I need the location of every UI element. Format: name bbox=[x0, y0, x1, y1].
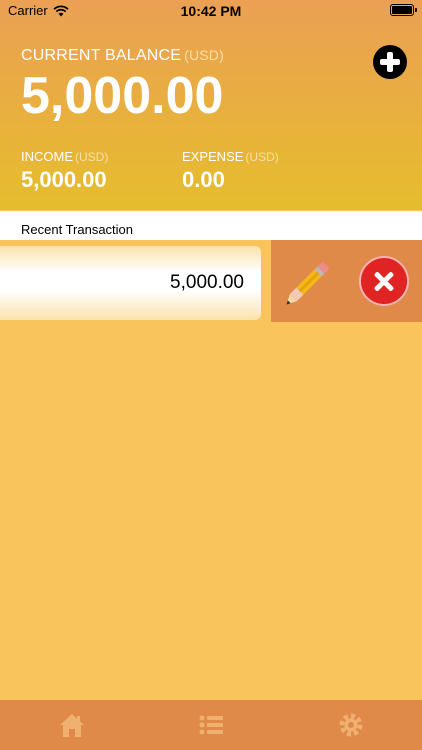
expense-label: EXPENSE (USD) bbox=[182, 149, 279, 164]
tab-bar bbox=[0, 700, 422, 750]
income-value: 5,000.00 bbox=[21, 167, 107, 192]
pencil-icon[interactable] bbox=[283, 256, 335, 308]
transaction-row[interactable]: 5,000.00 bbox=[0, 246, 261, 320]
recent-transaction-header: Recent Transaction bbox=[0, 211, 422, 240]
status-time: 10:42 PM bbox=[180, 3, 242, 19]
current-balance-title: CURRENT BALANCE bbox=[21, 47, 182, 64]
income-label: INCOME (USD) bbox=[21, 149, 108, 164]
list-icon[interactable] bbox=[196, 710, 226, 740]
expense-currency: (USD) bbox=[245, 150, 279, 164]
home-icon[interactable] bbox=[57, 710, 87, 740]
income-title: INCOME bbox=[21, 149, 73, 164]
current-balance-value: 5,000.00 bbox=[21, 67, 224, 125]
balance-header: Carrier 10:42 PM CURRENT BALANCE (USD) 5,… bbox=[0, 0, 422, 210]
transaction-amount: 5,000.00 bbox=[170, 272, 244, 293]
gear-icon[interactable] bbox=[336, 710, 366, 740]
add-transaction-button[interactable] bbox=[373, 45, 407, 79]
transaction-actions bbox=[271, 240, 422, 322]
expense-title: EXPENSE bbox=[182, 149, 244, 164]
income-currency: (USD) bbox=[75, 150, 109, 164]
current-balance-label: CURRENT BALANCE (USD) bbox=[21, 47, 224, 65]
delete-button[interactable] bbox=[359, 256, 409, 306]
expense-value: 0.00 bbox=[182, 167, 225, 192]
status-bar: Carrier 10:42 PM bbox=[0, 0, 422, 22]
recent-transaction-title: Recent Transaction bbox=[21, 222, 134, 237]
battery-icon bbox=[390, 4, 417, 16]
current-balance-currency: (USD) bbox=[184, 47, 224, 63]
